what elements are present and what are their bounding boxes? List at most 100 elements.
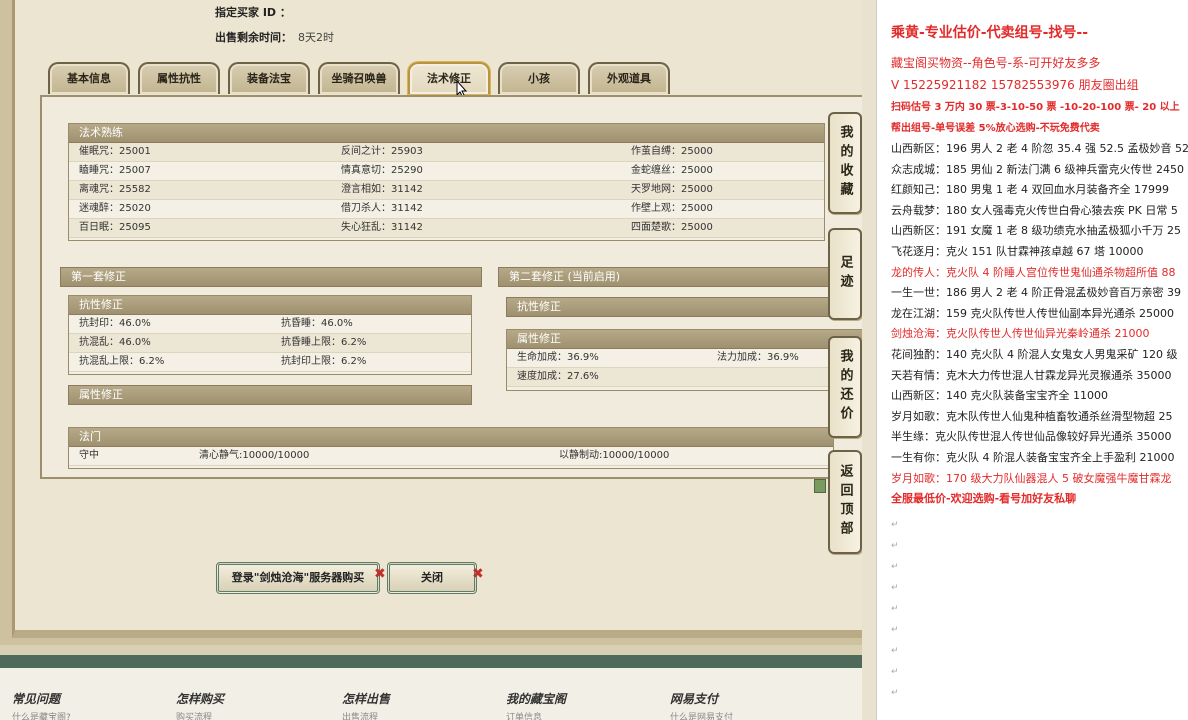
spell-proficiency-title: 法术熟练 <box>69 124 824 143</box>
tab-equipment[interactable]: 装备法宝 <box>228 62 310 94</box>
notes-list-item: 天若有情：克木大力传世混人甘霖龙异光灵猴通杀 35000 <box>891 368 1172 382</box>
notes-list-item: 山西新区：140 克火队装备宝宝齐全 11000 <box>891 389 1108 403</box>
content-panel: 法术熟练 催眠咒：25001 反间之计：25903 作茧自缚：25000 瞌睡咒… <box>40 95 862 493</box>
resist-cell: 抗昏睡：46.0% <box>281 318 353 329</box>
tab-appearance[interactable]: 外观道具 <box>588 62 670 94</box>
set2-attribute-section: 属性修正 生命加成：36.9% 法力加成：36.9% 速度加成：27.6% <box>506 329 862 391</box>
paragraph-mark-icon: ↵ <box>891 625 899 635</box>
attr-cell: 速度加成：27.6% <box>517 371 599 382</box>
my-favorites-button[interactable]: 我的收藏 <box>828 112 862 214</box>
resist-cell: 抗混乱：46.0% <box>79 337 151 348</box>
set2-title: 第二套修正 (当前启用) <box>498 267 862 287</box>
famen-cell: 守中 <box>79 450 99 461</box>
table-row: 生命加成：36.9% 法力加成：36.9% <box>507 349 862 368</box>
paragraph-mark-icon: ↵ <box>891 646 899 656</box>
remain-time: 出售剩余时间： 8天2时 <box>215 31 334 44</box>
set1-title: 第一套修正 <box>60 267 482 287</box>
my-bargain-button[interactable]: 我的还价 <box>828 336 862 438</box>
calculator-icon[interactable] <box>814 479 826 493</box>
spell-cell: 情真意切：25290 <box>341 165 423 176</box>
table-row: 百日眠：25095 失心狂乱：31142 四面楚歌：25000 <box>69 219 824 238</box>
buyer-id-label: 指定买家 ID ： <box>215 6 291 19</box>
spell-cell: 迷魂醉：25020 <box>79 203 151 214</box>
spell-cell: 催眠咒：25001 <box>79 146 151 157</box>
footer-netease-pay[interactable]: 网易支付 <box>670 690 718 707</box>
notes-list-item: 山西新区：191 女魔 1 老 8 级功绩克水抽孟极狐小千万 25 <box>891 224 1181 238</box>
notes-list-item: 岁月如歌：170 级大力队仙器混人 5 破女魔强牛魔甘霖龙 <box>891 471 1172 485</box>
notes-line-2: V 15225921182 15782553976 朋友圈出组 <box>891 78 1139 92</box>
login-buy-button[interactable]: 登录"剑烛沧海"服务器购买 <box>216 562 380 594</box>
spell-proficiency-table: 催眠咒：25001 反间之计：25903 作茧自缚：25000 瞌睡咒：2500… <box>69 143 824 238</box>
notes-list-item: 红颜知己：180 男鬼 1 老 4 双回血水月装备齐全 17999 <box>891 183 1169 197</box>
set1-resistance-section: 抗性修正 抗封印：46.0% 抗昏睡：46.0% 抗混乱：46.0% 抗昏睡上限… <box>68 295 472 375</box>
resist-cell: 抗昏睡上限：6.2% <box>281 337 367 348</box>
footprint-button[interactable]: 足迹 <box>828 228 862 320</box>
tab-mount-pet[interactable]: 坐骑召唤兽 <box>318 62 400 94</box>
footer-faq[interactable]: 常见问题 <box>12 690 60 707</box>
spell-cell: 失心狂乱：31142 <box>341 222 423 233</box>
footer-divider <box>0 655 862 668</box>
famen-cell: 以静制动:10000/10000 <box>559 450 670 461</box>
notes-list-item: 剑烛沧海：克火队传世人传世仙异光秦岭通杀 21000 <box>891 327 1150 341</box>
notes-list-item: 半生缘：克火队传世混人传世仙品像较好异光通杀 35000 <box>891 430 1172 444</box>
notes-line-1: 藏宝阁买物资--角色号-系-可开好友多多 <box>891 56 1101 70</box>
paragraph-mark-icon: ↵ <box>891 667 899 677</box>
paragraph-mark-icon: ↵ <box>891 604 899 614</box>
famen-section: 法门 守中 清心静气:10000/10000 以静制动:10000/10000 <box>68 427 834 469</box>
footer-how-sell-link[interactable]: 出售流程 <box>342 710 378 720</box>
close-button[interactable]: 关闭 <box>387 562 477 594</box>
notes-list-item: 众志成城：185 男仙 2 新法门满 6 级神兵雷克火传世 2450 <box>891 162 1184 176</box>
close-x-icon: ✖ <box>472 566 484 582</box>
footer-how-buy-link[interactable]: 购买流程 <box>176 710 212 720</box>
close-x-icon: ✖ <box>374 566 386 582</box>
spell-cell: 天罗地网：25000 <box>631 184 713 195</box>
paragraph-mark-icon: ↵ <box>891 520 899 530</box>
famen-title: 法门 <box>69 428 833 447</box>
remain-time-value: 8天2时 <box>298 31 334 44</box>
notes-list-item: 岁月如歌：克木队传世人仙鬼种植畜牧通杀丝滑型物超 25 <box>891 409 1173 423</box>
notes-list-item: 龙的传人：克火队 4 阶睡人宫位传世鬼仙通杀物超所值 88 <box>891 265 1176 279</box>
notes-document: 乘黄-专业估价-代卖组号-找号-- 藏宝阁买物资--角色号-系-可开好友多多 V… <box>876 0 1188 720</box>
table-row: 守中 清心静气:10000/10000 以静制动:10000/10000 <box>69 447 833 466</box>
tab-resistance[interactable]: 属性抗性 <box>138 62 220 94</box>
set1-attribute-title: 属性修正 <box>68 385 472 405</box>
notes-list-item: 一生有你：克火队 4 阶混人装备宝宝齐全上手盈利 21000 <box>891 451 1175 464</box>
table-row: 离魂咒：25582 澄言相如：31142 天罗地网：25000 <box>69 181 824 200</box>
notes-list-item: 一生一世：186 男人 2 老 4 阶正骨混孟极妙音百万亲密 39 <box>891 286 1181 300</box>
table-row: 瞌睡咒：25007 情真意切：25290 金蛇缠丝：25000 <box>69 162 824 181</box>
attr-cell: 生命加成：36.9% <box>517 352 599 363</box>
table-row: 抗封印：46.0% 抗昏睡：46.0% <box>69 315 471 334</box>
resist-cell: 抗混乱上限：6.2% <box>79 356 165 367</box>
spell-cell: 反间之计：25903 <box>341 146 423 157</box>
paragraph-mark-icon: ↵ <box>891 688 899 698</box>
footer-netease-pay-link[interactable]: 什么是网易支付 <box>670 710 733 720</box>
notes-header: 乘黄-专业估价-代卖组号-找号-- <box>891 25 1089 41</box>
back-to-top-button[interactable]: 返回顶部 <box>828 450 862 554</box>
notes-list-item: 山西新区：196 男人 2 老 4 阶忽 35.4 强 52.5 孟极妙音 52… <box>891 142 1188 155</box>
attr-cell: 法力加成：36.9% <box>717 352 799 363</box>
spell-proficiency-section: 法术熟练 催眠咒：25001 反间之计：25903 作茧自缚：25000 瞌睡咒… <box>68 123 825 241</box>
spell-cell: 离魂咒：25582 <box>79 184 151 195</box>
attr-cell <box>707 368 717 386</box>
set1-resistance-title: 抗性修正 <box>69 296 471 315</box>
notes-list-item: 全服最低价-欢迎选购-看号加好友私聊 <box>891 492 1077 506</box>
table-row: 速度加成：27.6% <box>507 368 862 387</box>
tab-basic-info[interactable]: 基本信息 <box>48 62 130 94</box>
footer-my-cbg-link[interactable]: 订单信息 <box>506 710 542 720</box>
spell-cell: 百日眠：25095 <box>79 222 151 233</box>
footer-how-buy[interactable]: 怎样购买 <box>176 690 224 707</box>
spell-cell: 借刀杀人：31142 <box>341 203 423 214</box>
tab-spell-correction[interactable]: 法术修正 <box>408 62 490 94</box>
footer-my-cbg[interactable]: 我的藏宝阁 <box>506 690 566 707</box>
footer-how-sell[interactable]: 怎样出售 <box>342 690 390 707</box>
spell-cell: 四面楚歌：25000 <box>631 222 713 233</box>
set2-resistance-title: 抗性修正 <box>506 297 862 317</box>
famen-cell: 清心静气:10000/10000 <box>199 450 310 461</box>
spell-cell: 作茧自缚：25000 <box>631 146 713 157</box>
spell-cell: 瞌睡咒：25007 <box>79 165 151 176</box>
tab-child[interactable]: 小孩 <box>498 62 580 94</box>
footer-faq-link[interactable]: 什么是藏宝阁? <box>12 710 71 720</box>
spell-cell: 澄言相如：31142 <box>341 184 423 195</box>
resist-cell: 抗封印上限：6.2% <box>281 356 367 367</box>
paragraph-mark-icon: ↵ <box>891 583 899 593</box>
